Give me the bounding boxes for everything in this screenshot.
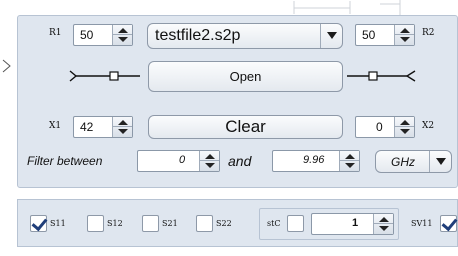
filter-to-spin-buttons[interactable] <box>339 151 359 171</box>
chevron-down-icon <box>436 158 446 165</box>
r2-spin-buttons[interactable] <box>394 25 414 45</box>
spin-down-icon[interactable] <box>118 37 128 42</box>
r1-spinbox[interactable]: 50 <box>73 24 133 46</box>
and-label: and <box>228 153 252 169</box>
spin-down-icon[interactable] <box>400 129 410 134</box>
spin-up-icon[interactable] <box>345 154 355 159</box>
spin-up-icon[interactable] <box>400 28 410 33</box>
port-connector-right-icon <box>347 70 416 82</box>
spin-up-icon[interactable] <box>400 120 410 125</box>
filter-to-spinbox[interactable]: 9.96 <box>272 150 360 172</box>
edge-caret-icon <box>2 59 11 73</box>
x1-value[interactable]: 42 <box>80 120 93 134</box>
s12-checkbox[interactable] <box>87 215 104 232</box>
spin-down-icon[interactable] <box>400 37 410 42</box>
filter-from-spinbox[interactable]: 0 <box>137 150 220 172</box>
s12-label: S12 <box>107 219 123 228</box>
frequency-unit-select[interactable]: GHz <box>375 150 452 173</box>
spin-up-icon[interactable] <box>118 28 128 33</box>
s22-checkbox[interactable] <box>196 215 213 232</box>
stc-label: stC <box>267 219 281 228</box>
x2-spinbox[interactable]: 0 <box>355 116 415 138</box>
port-connector-left-icon <box>69 70 140 82</box>
file-select-value[interactable]: testfile2.s2p <box>155 27 240 45</box>
filter-from-spin-buttons[interactable] <box>199 151 219 171</box>
spin-down-icon[interactable] <box>118 129 128 134</box>
x2-spin-buttons[interactable] <box>394 117 414 137</box>
file-select-dropdown[interactable] <box>320 24 342 48</box>
parameter-panel: S11 S12 S21 S22 stC 1 SV11 <box>17 199 458 247</box>
app-window: R1 50 testfile2.s2p 50 R2 Open X1 42 Cle… <box>0 0 458 256</box>
spin-down-icon[interactable] <box>345 163 355 168</box>
sv11-label: SV11 <box>411 219 433 228</box>
file-select[interactable]: testfile2.s2p <box>147 23 343 49</box>
frequency-unit-value[interactable]: GHz <box>391 155 415 169</box>
x2-value[interactable]: 0 <box>376 120 383 134</box>
s21-checkbox[interactable] <box>142 215 159 232</box>
filter-label: Filter between <box>27 154 103 168</box>
stc-group: stC 1 <box>259 208 399 240</box>
x2-label: X2 <box>422 121 435 131</box>
open-button[interactable]: Open <box>148 61 343 92</box>
filter-from-value[interactable]: 0 <box>179 154 185 166</box>
r1-label: R1 <box>49 28 62 38</box>
r2-spinbox[interactable]: 50 <box>355 24 415 46</box>
x1-spin-buttons[interactable] <box>112 117 132 137</box>
clear-button[interactable]: Clear <box>148 115 343 139</box>
spin-down-icon[interactable] <box>379 226 389 231</box>
r2-value[interactable]: 50 <box>362 28 375 42</box>
spin-down-icon[interactable] <box>205 163 215 168</box>
stc-spin-buttons[interactable] <box>373 214 393 234</box>
r1-value[interactable]: 50 <box>80 28 93 42</box>
s11-checkbox[interactable] <box>30 215 47 232</box>
stc-value[interactable]: 1 <box>352 217 358 229</box>
stc-checkbox[interactable] <box>287 215 304 232</box>
frequency-unit-dropdown[interactable] <box>429 151 451 172</box>
sv11-checkbox[interactable] <box>440 215 457 232</box>
chevron-down-icon <box>327 32 337 39</box>
x1-spinbox[interactable]: 42 <box>73 116 133 138</box>
r1-spin-buttons[interactable] <box>112 25 132 45</box>
filter-to-value[interactable]: 9.96 <box>303 154 324 166</box>
spin-up-icon[interactable] <box>205 154 215 159</box>
s22-label: S22 <box>216 219 232 228</box>
x1-label: X1 <box>49 121 62 131</box>
spin-up-icon[interactable] <box>118 120 128 125</box>
s21-label: S21 <box>162 219 178 228</box>
r2-label: R2 <box>422 28 435 38</box>
stc-spinbox[interactable]: 1 <box>311 213 394 235</box>
settings-panel: R1 50 testfile2.s2p 50 R2 Open X1 42 Cle… <box>17 15 458 188</box>
spin-up-icon[interactable] <box>379 217 389 222</box>
s11-label: S11 <box>50 219 66 228</box>
